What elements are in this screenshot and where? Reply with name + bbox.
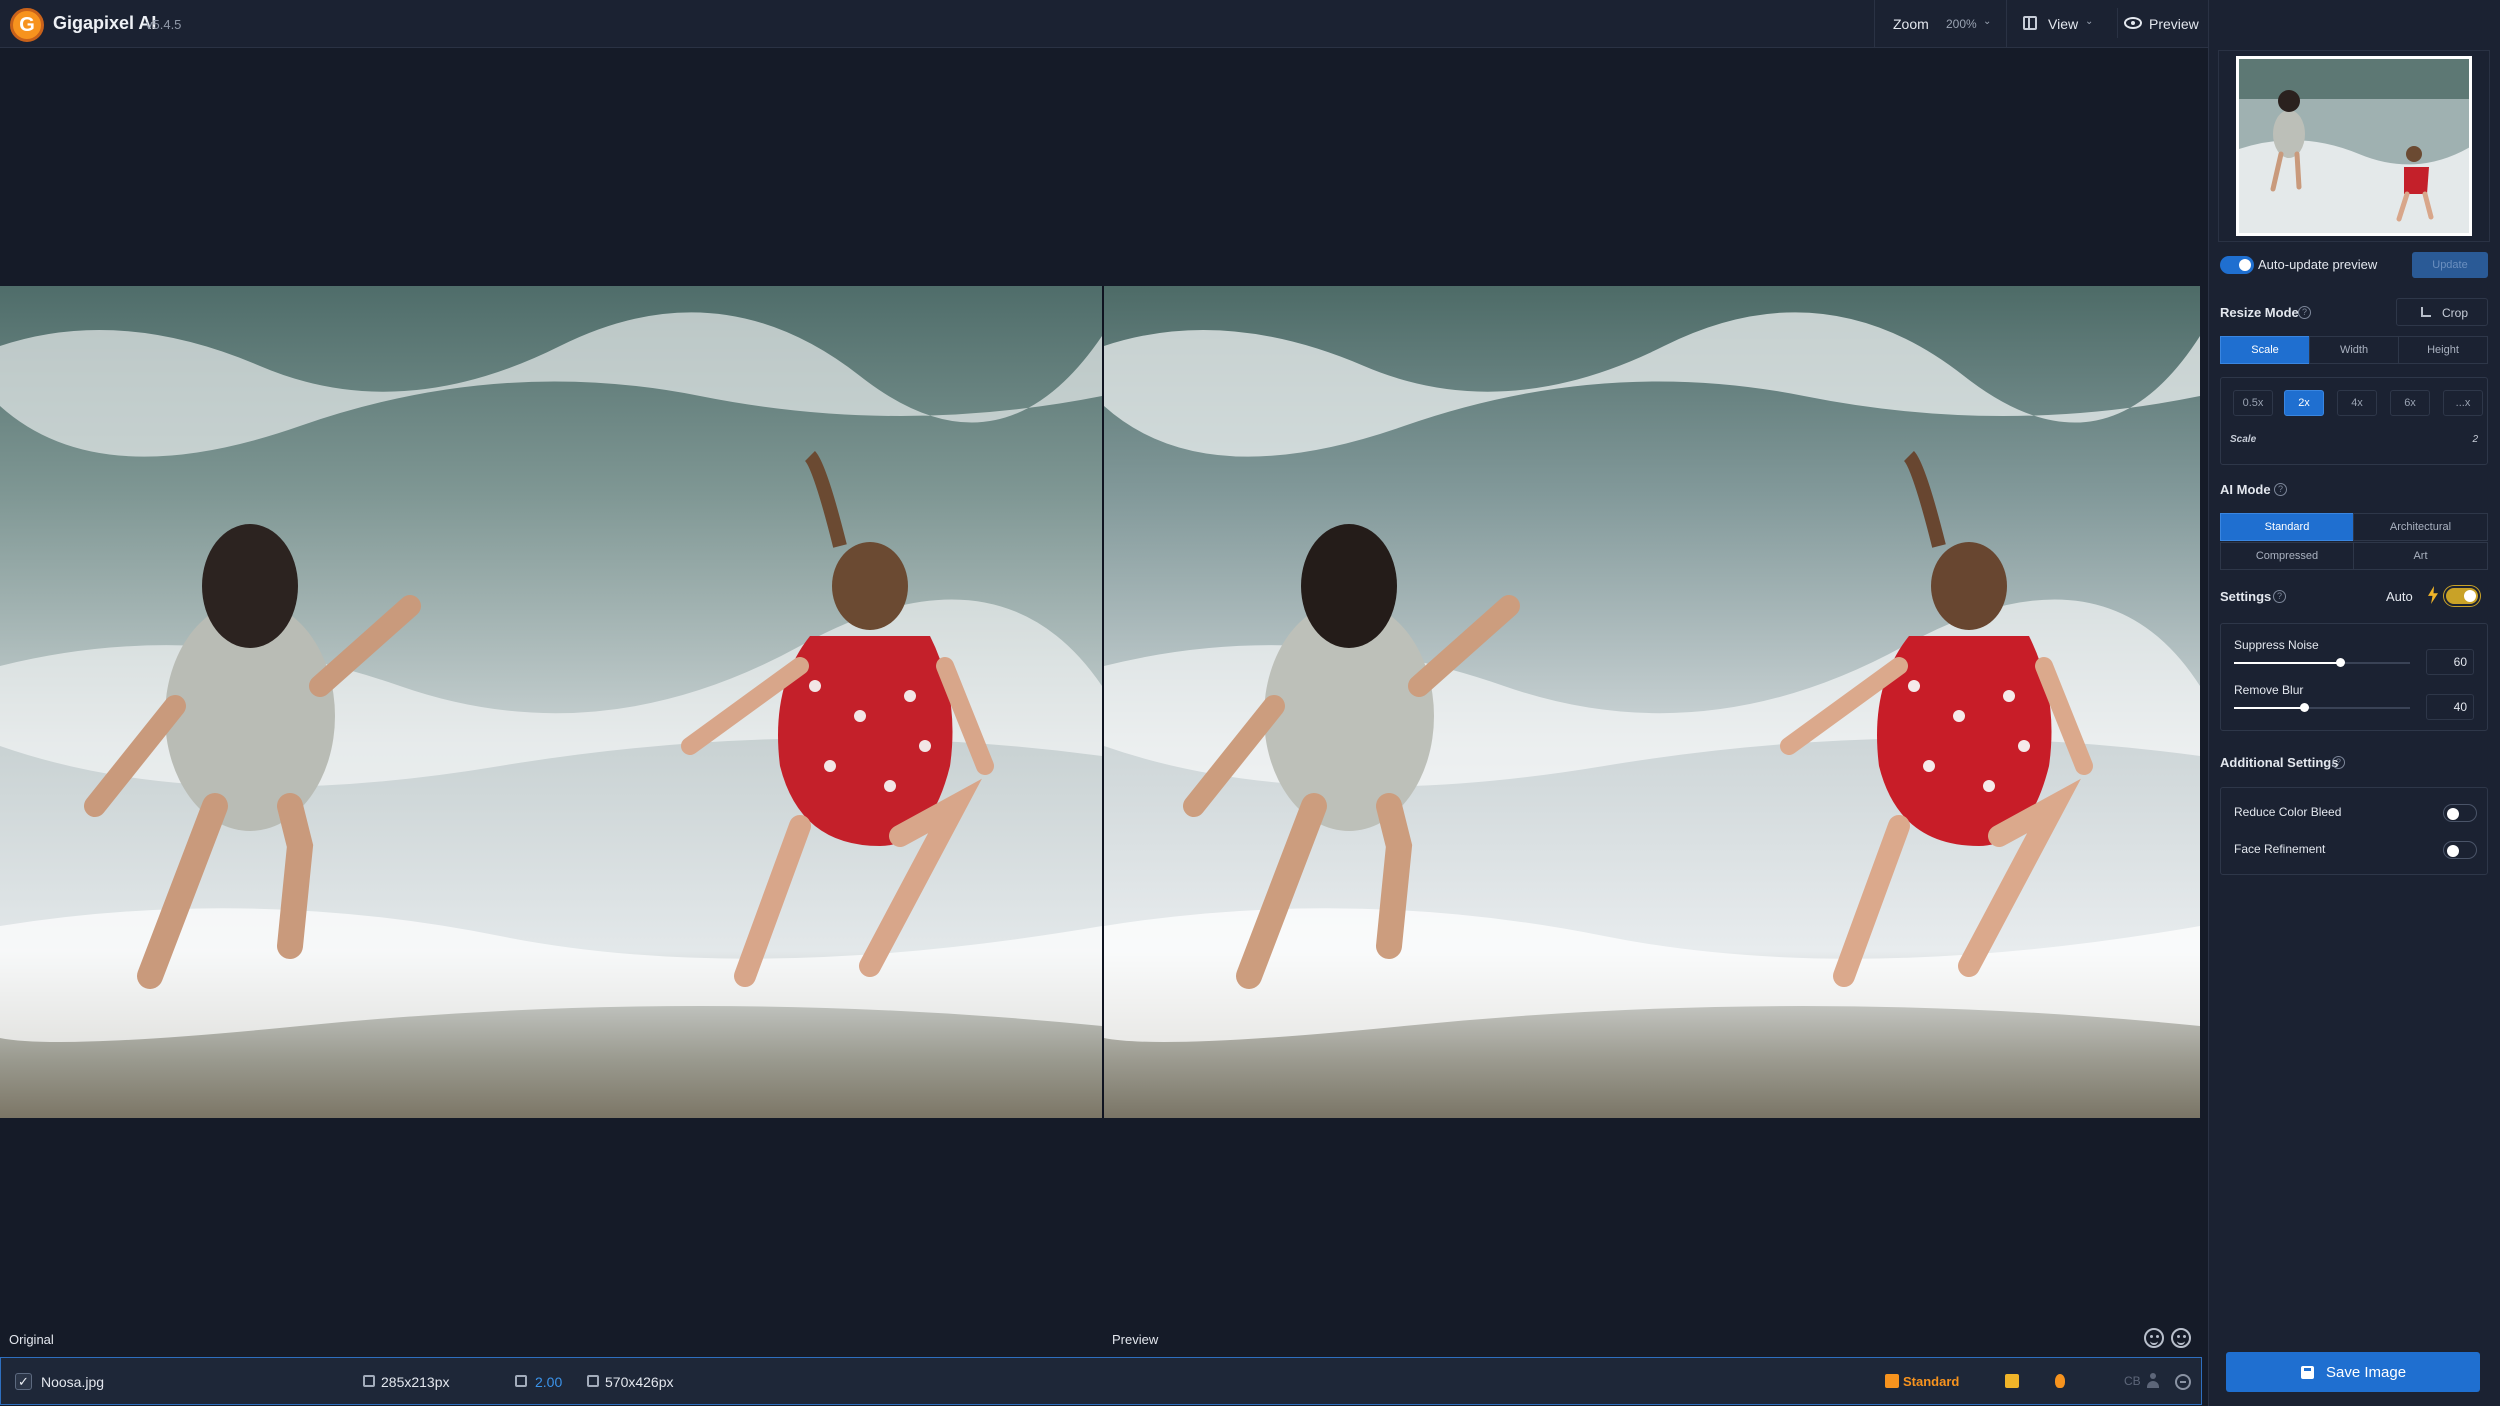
original-photo <box>0 286 1102 1118</box>
auto-update-toggle[interactable] <box>2220 256 2254 274</box>
view-chevron-down-icon: ⌄ <box>2085 16 2094 27</box>
slider-thumb[interactable] <box>2335 658 2345 667</box>
tab-width[interactable]: Width <box>2309 336 2399 364</box>
scale-expand-icon <box>515 1375 527 1387</box>
crop-button[interactable]: Crop <box>2396 298 2488 326</box>
crop-label: Crop <box>2442 306 2469 320</box>
auto-update-label: Auto-update preview <box>2258 257 2378 272</box>
preview-photo <box>1104 286 2200 1118</box>
auto-settings-toggle[interactable] <box>2444 586 2480 606</box>
scale-option-custom[interactable]: ...x <box>2443 390 2483 416</box>
suppress-noise-label: Suppress Noise <box>2234 638 2319 652</box>
toggle-knob <box>2447 845 2459 857</box>
tab-height[interactable]: Height <box>2398 336 2488 364</box>
scale-option-2x[interactable]: 2x <box>2284 390 2324 416</box>
settings-help-icon[interactable]: ? <box>2273 590 2286 603</box>
update-button[interactable]: Update <box>2412 252 2488 278</box>
file-name: Noosa.jpg <box>41 1374 105 1390</box>
preview-button[interactable]: Preview <box>2117 8 2205 38</box>
app-version: v5.4.5 <box>146 17 182 32</box>
scale-option-6x[interactable]: 6x <box>2390 390 2430 416</box>
view-button[interactable]: View ⌄ <box>2020 10 2100 38</box>
preview-pane-label: Preview <box>1112 1332 1159 1347</box>
face-neutral-icon[interactable] <box>2171 1328 2191 1348</box>
crop-icon <box>2421 307 2431 317</box>
face-refinement-toggle[interactable] <box>2443 841 2477 859</box>
scale-options-panel: 0.5x 2x 4x 6x ...x Scale 2 <box>2220 377 2488 465</box>
input-size: 285x213px <box>381 1374 450 1390</box>
scale-option-4x[interactable]: 4x <box>2337 390 2377 416</box>
top-bar: G Gigapixel AI v5.4.5 Zoom 200% ⌄ View ⌄… <box>0 0 2208 48</box>
toggle-knob <box>2447 808 2459 820</box>
scale-option-0-5x[interactable]: 0.5x <box>2233 390 2273 416</box>
reduce-color-bleed-toggle[interactable] <box>2443 804 2477 822</box>
ai-mode-standard[interactable]: Standard <box>2220 513 2354 541</box>
ai-mode-art[interactable]: Art <box>2353 542 2488 570</box>
toggle-knob <box>2464 590 2476 602</box>
additional-settings-title: Additional Settings <box>2220 755 2339 770</box>
file-row[interactable]: ✓ Noosa.jpg 285x213px 2.00 570x426px Sta… <box>0 1357 2202 1405</box>
toolbar-divider <box>2006 0 2007 48</box>
scale-field-value[interactable]: 2 <box>2472 434 2478 445</box>
save-disk-icon <box>2301 1366 2314 1379</box>
face-refinement-label: Face Refinement <box>2234 842 2326 856</box>
ai-mode-icon <box>1885 1374 1899 1388</box>
processor-chip-icon <box>2005 1374 2019 1388</box>
zoom-select[interactable]: 200% <box>1946 17 1977 31</box>
view-label: View <box>2048 16 2079 32</box>
output-size-icon <box>587 1375 599 1387</box>
additional-settings-help-icon[interactable]: ? <box>2332 756 2345 769</box>
settings-title: Settings <box>2220 589 2272 604</box>
navigator-photo <box>2239 59 2469 233</box>
original-image[interactable] <box>0 286 1102 1118</box>
save-image-label: Save Image <box>2326 1364 2407 1381</box>
suppress-noise-input[interactable]: 60 <box>2426 649 2474 675</box>
slider-fill <box>2234 707 2305 709</box>
toolbar-divider <box>1874 0 1875 48</box>
face-refinement-person-icon <box>2147 1373 2159 1389</box>
file-ai-mode: Standard <box>1903 1374 1960 1389</box>
navigator-thumbnail[interactable] <box>2236 56 2472 236</box>
additional-settings-panel: Reduce Color Bleed Face Refinement <box>2220 787 2488 875</box>
slider-thumb[interactable] <box>2300 703 2310 712</box>
eye-icon <box>2124 17 2142 29</box>
auto-label: Auto <box>2386 589 2413 604</box>
scale-value: 2.00 <box>535 1374 563 1390</box>
remove-blur-label: Remove Blur <box>2234 683 2304 697</box>
preview-image[interactable] <box>1104 286 2200 1118</box>
ai-mode-help-icon[interactable]: ? <box>2274 483 2287 496</box>
slider-fill <box>2234 662 2340 664</box>
file-checkbox[interactable]: ✓ <box>15 1373 32 1390</box>
color-bleed-indicator: CB <box>2124 1374 2141 1388</box>
zoom-label: Zoom <box>1893 16 1929 32</box>
toggle-knob <box>2239 259 2251 271</box>
ai-mode-architectural[interactable]: Architectural <box>2353 513 2488 541</box>
zoom-chevron-down-icon[interactable]: ⌄ <box>1983 16 1991 27</box>
app-title: Gigapixel AI <box>53 13 157 33</box>
flame-icon <box>2055 1374 2065 1388</box>
input-size-icon <box>363 1375 375 1387</box>
original-label: Original <box>9 1332 54 1347</box>
tab-scale[interactable]: Scale <box>2220 336 2310 364</box>
remove-file-icon[interactable] <box>2175 1374 2191 1390</box>
output-size: 570x426px <box>605 1374 674 1390</box>
resize-mode-title: Resize Mode <box>2220 305 2299 320</box>
gigapixel-logo-icon: G <box>10 8 44 42</box>
scale-field-label: Scale <box>2230 434 2257 445</box>
remove-blur-input[interactable]: 40 <box>2426 694 2474 720</box>
save-image-button[interactable]: Save Image <box>2226 1352 2480 1392</box>
ai-mode-title: AI Mode <box>2220 482 2271 497</box>
reduce-color-bleed-label: Reduce Color Bleed <box>2234 805 2342 819</box>
resize-mode-help-icon[interactable]: ? <box>2298 306 2311 319</box>
face-smile-icon[interactable] <box>2144 1328 2164 1348</box>
ai-mode-compressed[interactable]: Compressed <box>2220 542 2354 570</box>
suppress-noise-slider[interactable] <box>2234 658 2410 667</box>
preview-label: Preview <box>2149 16 2199 32</box>
view-layout-icon <box>2023 16 2037 30</box>
remove-blur-slider[interactable] <box>2234 703 2410 712</box>
settings-sliders-panel: Suppress Noise 60 Remove Blur 40 <box>2220 623 2488 731</box>
